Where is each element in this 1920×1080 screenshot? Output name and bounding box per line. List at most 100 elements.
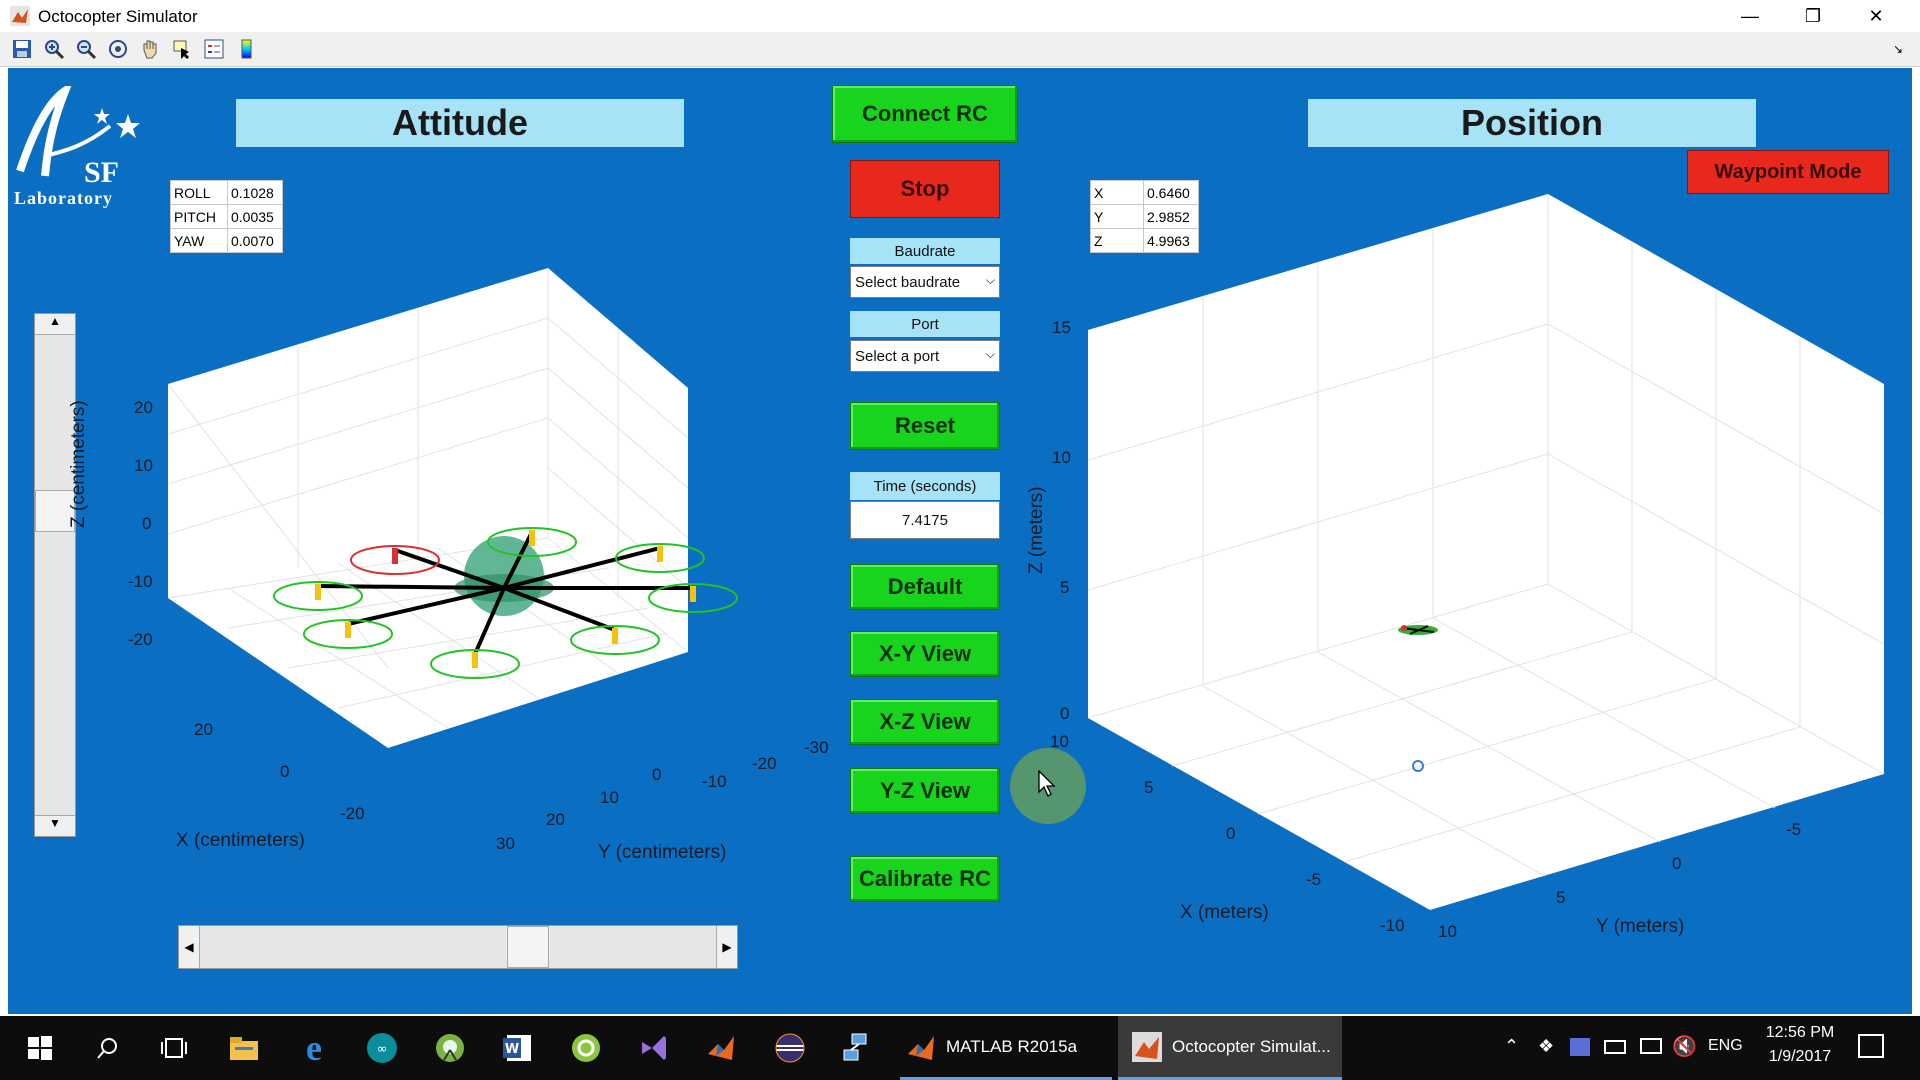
attitude-3d-plot bbox=[168, 268, 738, 748]
data-cursor-icon[interactable] bbox=[170, 37, 194, 61]
reset-button[interactable]: Reset bbox=[850, 402, 1000, 450]
att-z-tick: 10 bbox=[134, 456, 153, 475]
connect-rc-button[interactable]: Connect RC bbox=[832, 85, 1018, 143]
taskbar-matlab-window[interactable]: MATLAB R2015a bbox=[900, 1016, 1112, 1080]
logo-sf-text: SF bbox=[84, 156, 120, 189]
time-label: Time (seconds) bbox=[850, 472, 1000, 500]
close-button[interactable]: ✕ bbox=[1846, 0, 1906, 32]
task-view-icon[interactable] bbox=[150, 1024, 198, 1072]
matlab-app-icon bbox=[10, 6, 30, 26]
windows-start-icon[interactable] bbox=[16, 1024, 64, 1072]
slider-right-arrow-icon[interactable]: ▶ bbox=[716, 926, 737, 968]
pos-y-label: Y (meters) bbox=[1596, 916, 1685, 937]
pos-x-tick: -5 bbox=[1306, 870, 1322, 889]
elevation-slider[interactable]: ▲ ▼ bbox=[34, 313, 76, 837]
yz-view-button[interactable]: Y-Z View bbox=[850, 768, 1000, 814]
legend-icon[interactable] bbox=[202, 37, 226, 61]
network-icon[interactable] bbox=[1640, 1038, 1662, 1054]
slider-thumb-horizontal[interactable] bbox=[507, 926, 549, 968]
baudrate-label: Baudrate bbox=[850, 238, 1000, 264]
clock-date[interactable]: 1/9/2017 bbox=[1760, 1048, 1840, 1066]
readout-row-pitch: PITCH 0.0035 bbox=[170, 204, 283, 229]
att-y-tick: -30 bbox=[804, 738, 829, 757]
eclipse-icon[interactable] bbox=[766, 1024, 814, 1072]
pos-y-tick: 0 bbox=[1672, 854, 1682, 873]
stop-button[interactable]: Stop bbox=[850, 160, 1000, 218]
dropbox-icon[interactable]: ❖ bbox=[1538, 1036, 1554, 1057]
readout-row-yaw: YAW 0.0070 bbox=[170, 228, 283, 253]
dock-icon[interactable]: ↘ bbox=[1893, 42, 1903, 56]
svg-text:∞: ∞ bbox=[377, 1042, 388, 1057]
pos-z-tick: 5 bbox=[1060, 578, 1070, 597]
minimize-button[interactable]: — bbox=[1720, 0, 1780, 32]
port-value: Select a port bbox=[855, 347, 940, 365]
zoom-out-icon[interactable] bbox=[74, 37, 98, 61]
slider-left-arrow-icon[interactable]: ◀ bbox=[179, 926, 200, 968]
att-x-tick: 0 bbox=[280, 762, 290, 781]
xy-view-button[interactable]: X-Y View bbox=[850, 631, 1000, 677]
tray-app-icon[interactable] bbox=[1570, 1038, 1590, 1056]
pan-icon[interactable] bbox=[138, 37, 162, 61]
arduino-icon[interactable]: ∞ bbox=[358, 1024, 406, 1072]
attitude-title: Attitude bbox=[236, 99, 684, 147]
greenshot-icon[interactable] bbox=[562, 1024, 610, 1072]
clock-time[interactable]: 12:56 PM bbox=[1760, 1024, 1840, 1042]
taskbar-simulator-label: Octocopter Simulat... bbox=[1172, 1036, 1331, 1056]
show-hidden-icons[interactable]: ⌃ bbox=[1504, 1036, 1519, 1057]
pos-y-tick: 10 bbox=[1438, 922, 1457, 941]
pos-z-tick: 15 bbox=[1052, 318, 1071, 337]
att-z-tick: 0 bbox=[142, 514, 152, 533]
volume-muted-icon[interactable]: 🔇 bbox=[1672, 1034, 1697, 1059]
taskbar: e ∞ W MATLAB R2015a Octocopter Simulat..… bbox=[0, 1016, 1920, 1080]
pos-z-tick: 10 bbox=[1052, 448, 1071, 467]
visual-studio-icon[interactable] bbox=[630, 1024, 678, 1072]
att-x-tick: 20 bbox=[194, 720, 213, 739]
att-y-tick: 0 bbox=[652, 765, 662, 784]
matlab-icon[interactable] bbox=[698, 1024, 746, 1072]
battery-icon[interactable] bbox=[1604, 1040, 1626, 1054]
svg-text:W: W bbox=[505, 1042, 519, 1057]
att-y-label: Y (centimeters) bbox=[598, 842, 727, 863]
colorbar-icon[interactable] bbox=[234, 37, 258, 61]
azimuth-slider[interactable]: ◀ ▶ bbox=[178, 925, 738, 969]
port-select[interactable]: Select a port ⌵ bbox=[850, 340, 1000, 372]
edge-browser-icon[interactable]: e bbox=[290, 1024, 338, 1072]
network-tool-icon[interactable] bbox=[834, 1024, 882, 1072]
zoom-in-icon[interactable] bbox=[42, 37, 66, 61]
minimize-icon: — bbox=[1741, 5, 1759, 26]
rotate-icon[interactable] bbox=[106, 37, 130, 61]
search-icon[interactable] bbox=[84, 1024, 132, 1072]
restore-button[interactable]: ❐ bbox=[1783, 0, 1843, 32]
android-studio-icon[interactable] bbox=[426, 1024, 474, 1072]
att-z-tick: -10 bbox=[128, 572, 153, 591]
att-y-tick: -10 bbox=[702, 772, 727, 791]
baudrate-select[interactable]: Select baudrate ⌵ bbox=[850, 266, 1000, 298]
waypoint-mode-button[interactable]: Waypoint Mode bbox=[1687, 150, 1889, 194]
calibrate-rc-button[interactable]: Calibrate RC bbox=[850, 856, 1000, 902]
save-icon[interactable] bbox=[10, 37, 34, 61]
matlab-icon bbox=[908, 1035, 934, 1060]
pos-x-tick: 10 bbox=[1050, 732, 1069, 751]
notification-center-icon[interactable] bbox=[1858, 1034, 1884, 1058]
sf-laboratory-logo: SF Laboratory bbox=[10, 80, 150, 208]
taskbar-simulator-window[interactable]: Octocopter Simulat... bbox=[1118, 1016, 1342, 1080]
default-view-button[interactable]: Default bbox=[850, 564, 1000, 610]
slider-down-arrow-icon[interactable]: ▼ bbox=[35, 815, 75, 836]
pos-x-tick: -10 bbox=[1380, 916, 1405, 935]
slider-up-arrow-icon[interactable]: ▲ bbox=[35, 314, 75, 335]
pos-z-label: Z (meters) bbox=[1026, 486, 1047, 574]
xz-view-button[interactable]: X-Z View bbox=[850, 699, 1000, 745]
language-indicator[interactable]: ENG bbox=[1708, 1037, 1743, 1055]
position-title: Position bbox=[1308, 99, 1756, 147]
figure-toolbar: ↘ bbox=[0, 32, 1920, 67]
title-bar: Octocopter Simulator — ❐ ✕ bbox=[0, 0, 1920, 32]
close-icon: ✕ bbox=[1868, 5, 1884, 26]
att-y-tick: -20 bbox=[752, 754, 777, 773]
taskbar-matlab-label: MATLAB R2015a bbox=[946, 1036, 1078, 1056]
octocopter-position-marker bbox=[1398, 625, 1438, 635]
chevron-down-icon: ⌵ bbox=[985, 273, 995, 287]
word-icon[interactable]: W bbox=[494, 1024, 542, 1072]
simulator-window-icon bbox=[1132, 1031, 1162, 1062]
file-explorer-icon[interactable] bbox=[220, 1024, 268, 1072]
baudrate-value: Select baudrate bbox=[855, 273, 961, 291]
